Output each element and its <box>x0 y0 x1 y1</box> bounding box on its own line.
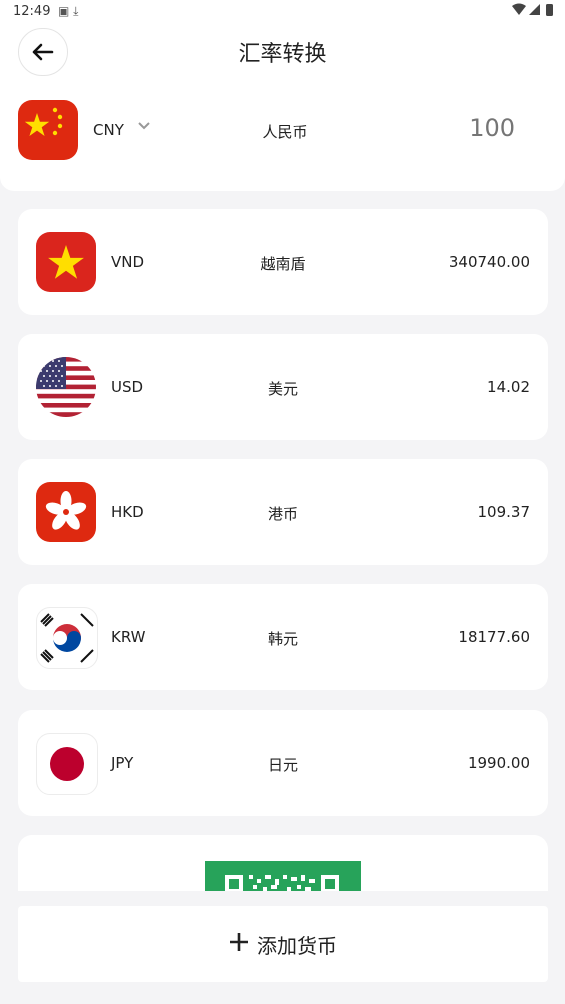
currency-code: JPY <box>111 754 134 772</box>
header-panel: 汇率转换 CNY 人民币 <box>0 24 565 191</box>
add-currency-button[interactable]: 添加货币 <box>18 906 548 982</box>
ad-card[interactable] <box>18 835 548 891</box>
base-currency-name: 人民币 <box>262 123 308 141</box>
currency-code: USD <box>111 378 144 396</box>
currency-name: 日元 <box>267 756 298 774</box>
currency-name: 港币 <box>267 505 298 523</box>
currency-code: VND <box>111 253 145 271</box>
base-currency-row: CNY 人民币 <box>0 100 565 162</box>
china-flag-icon[interactable] <box>18 100 78 160</box>
page-title: 汇率转换 <box>238 42 327 67</box>
japan-flag-icon <box>36 733 98 795</box>
notification-icons: ▣ ⤓ <box>58 4 79 18</box>
currency-name: 越南盾 <box>260 255 306 273</box>
status-bar: 12:49 ▣ ⤓ <box>0 0 565 24</box>
currency-code: KRW <box>111 628 146 646</box>
status-time: 12:49 <box>13 4 51 19</box>
currency-card-vnd[interactable]: VND 越南盾 340740.00 <box>18 209 548 315</box>
currency-name: 美元 <box>267 380 298 398</box>
currency-value: 340740.00 <box>448 253 530 271</box>
plus-icon <box>229 926 249 959</box>
add-currency-label: 添加货币 <box>257 933 337 958</box>
chevron-down-icon[interactable] <box>137 119 151 135</box>
currency-card-hkd[interactable]: HKD 港币 109.37 <box>18 459 548 565</box>
system-icons <box>511 3 555 20</box>
usa-flag-icon <box>36 357 96 417</box>
currency-value: 1990.00 <box>467 754 530 772</box>
currency-value: 109.37 <box>477 503 531 521</box>
wifi-signal-battery-icon <box>512 3 553 16</box>
qr-code-image <box>205 861 361 891</box>
currency-card-usd[interactable]: USD 美元 14.02 <box>18 334 548 440</box>
currency-value: 18177.60 <box>458 628 530 646</box>
currency-card-jpy[interactable]: JPY 日元 1990.00 <box>18 710 548 816</box>
currency-name: 韩元 <box>267 630 298 648</box>
vietnam-flag-icon <box>36 232 96 292</box>
base-currency-code[interactable]: CNY <box>93 121 124 139</box>
korea-flag-icon <box>36 607 98 669</box>
currency-value: 14.02 <box>487 378 530 396</box>
currency-code: HKD <box>111 503 144 521</box>
currency-card-krw[interactable]: KRW 韩元 18177.60 <box>18 584 548 690</box>
amount-input[interactable] <box>393 113 517 143</box>
hongkong-flag-icon <box>36 482 96 542</box>
